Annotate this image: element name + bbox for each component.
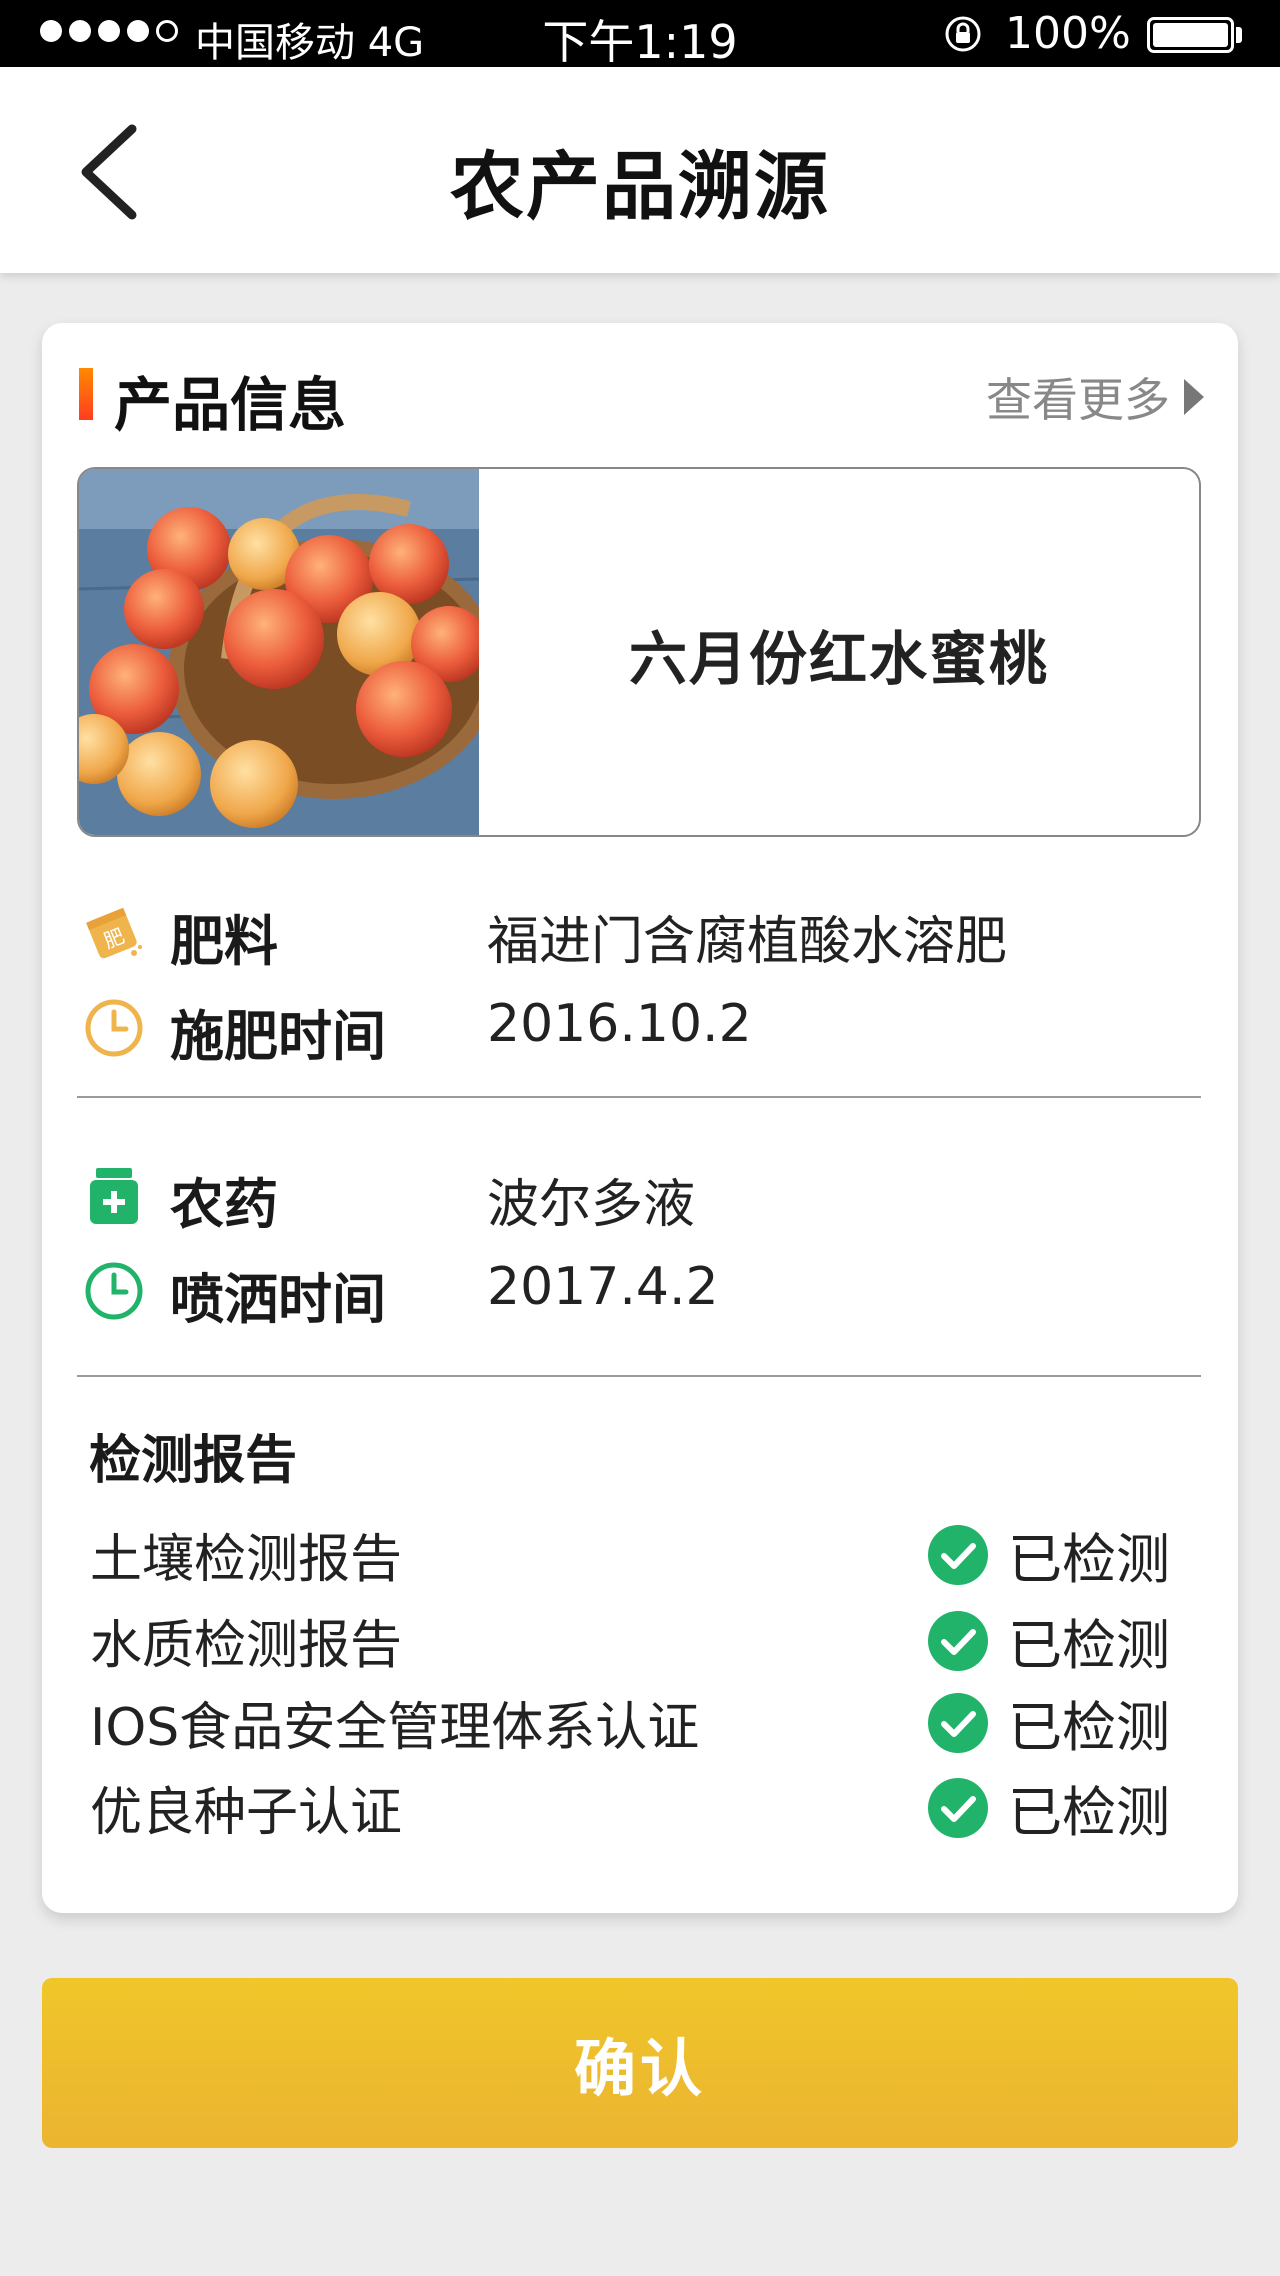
check-circle-icon (928, 1610, 988, 1671)
battery-icon (1147, 17, 1234, 53)
peach-basket-photo (79, 469, 479, 835)
report-status-label: 已检测 (1008, 1614, 1170, 1677)
report-status: 已检测 (928, 1515, 1170, 1594)
report-status-label: 已检测 (1008, 1781, 1170, 1844)
section-accent-bar (79, 368, 93, 420)
clock-icon (85, 1262, 143, 1320)
spray-time-label: 喷洒时间 (170, 1268, 386, 1331)
report-status-label: 已检测 (1008, 1696, 1170, 1759)
report-row-soil[interactable]: 土壤检测报告 已检测 (42, 1515, 1238, 1591)
report-status-label: 已检测 (1008, 1528, 1170, 1591)
divider (77, 1375, 1201, 1377)
pesticide-bottle-icon (90, 1168, 138, 1224)
rotation-lock-icon (945, 16, 981, 52)
product-info-header: 产品信息 查看更多 (42, 358, 1238, 439)
fertilizer-row: 肥 肥料 福进门含腐植酸水溶肥 (42, 893, 1238, 973)
pesticide-value: 波尔多液 (487, 1175, 696, 1235)
report-name: 土壤检测报告 (90, 1530, 403, 1590)
report-status: 已检测 (928, 1601, 1170, 1680)
fertilize-time-row: 施肥时间 2016.10.2 (42, 988, 1238, 1068)
report-row-seed[interactable]: 优良种子认证 已检测 (42, 1768, 1238, 1844)
fertilizer-bag-icon: 肥 (86, 907, 142, 959)
pesticide-row: 农药 波尔多液 (42, 1156, 1238, 1236)
clock-icon (85, 999, 143, 1057)
battery-percentage: 100% (1005, 8, 1131, 59)
view-more-link[interactable]: 查看更多 (986, 364, 1204, 430)
product-name: 六月份红水蜜桃 (628, 625, 1049, 693)
spray-time-row: 喷洒时间 2017.4.2 (42, 1251, 1238, 1331)
fertilize-time-label: 施肥时间 (170, 1005, 386, 1068)
report-row-food-safety[interactable]: IOS食品安全管理体系认证 已检测 (42, 1683, 1238, 1759)
fertilizer-value: 福进门含腐植酸水溶肥 (487, 912, 1008, 972)
report-status: 已检测 (928, 1768, 1170, 1847)
report-status: 已检测 (928, 1683, 1170, 1762)
report-name: IOS食品安全管理体系认证 (90, 1698, 700, 1758)
pesticide-label: 农药 (170, 1173, 278, 1236)
check-circle-icon (928, 1524, 988, 1585)
chevron-right-icon (1184, 379, 1204, 415)
spray-time-value: 2017.4.2 (487, 1257, 719, 1317)
fertilize-time-value: 2016.10.2 (487, 994, 752, 1054)
status-bar: 中国移动 4G 下午1:19 100% (0, 0, 1280, 69)
page-title: 农产品溯源 (450, 144, 830, 230)
report-name: 优良种子认证 (90, 1783, 403, 1843)
view-more-label: 查看更多 (986, 373, 1170, 427)
traceability-card: 产品信息 查看更多 六月份红水蜜桃 肥 肥料 福进门含腐植酸水溶肥 施肥时间 2… (42, 323, 1238, 1913)
divider (77, 1096, 1201, 1098)
confirm-button[interactable]: 确认 (42, 1978, 1238, 2148)
report-name: 水质检测报告 (90, 1616, 403, 1676)
check-circle-icon (928, 1777, 988, 1838)
navigation-bar: 农产品溯源 (0, 67, 1280, 273)
fertilizer-label: 肥料 (170, 910, 278, 973)
product-summary[interactable]: 六月份红水蜜桃 (77, 467, 1201, 837)
report-row-water[interactable]: 水质检测报告 已检测 (42, 1601, 1238, 1677)
section-title: 产品信息 (114, 371, 347, 439)
check-circle-icon (928, 1692, 988, 1753)
reports-title: 检测报告 (89, 1431, 298, 1491)
